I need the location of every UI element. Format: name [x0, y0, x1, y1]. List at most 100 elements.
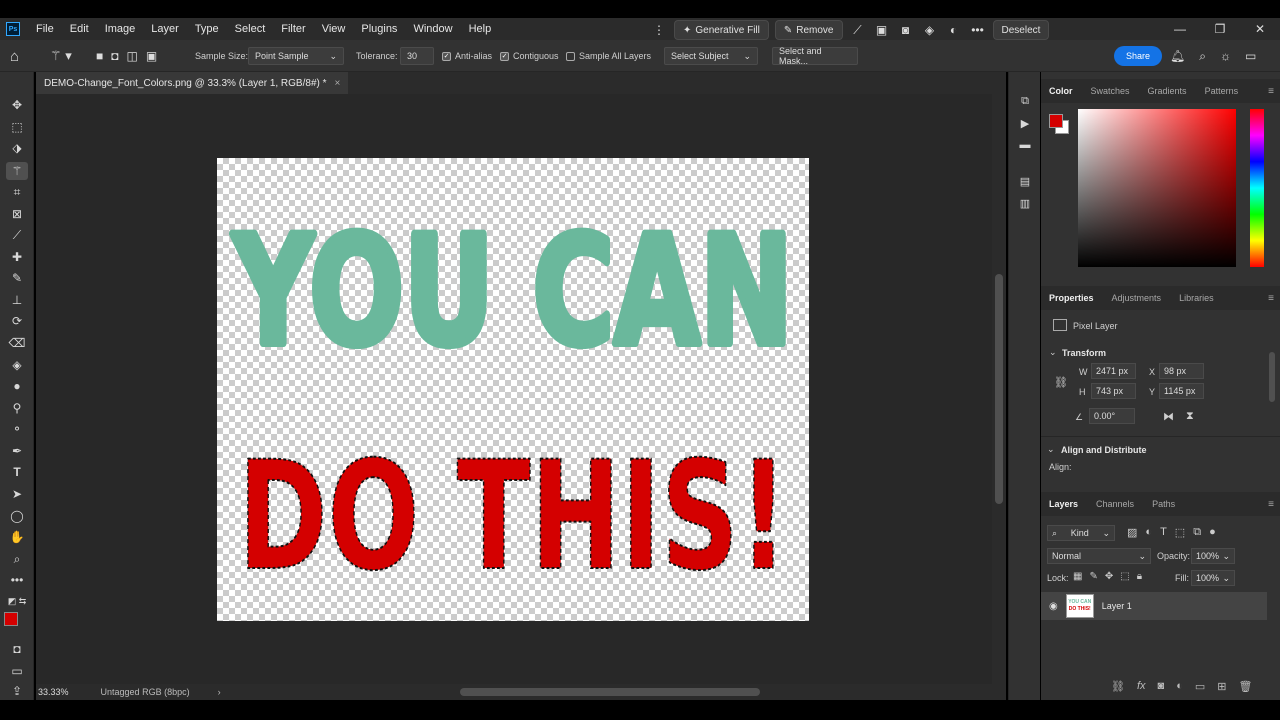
filter-type-icon[interactable]: T — [1160, 526, 1167, 539]
layer-name[interactable]: Layer 1 — [1102, 601, 1132, 611]
ellipse-tool-icon[interactable]: ◯ — [6, 507, 28, 525]
select-and-mask-button[interactable]: Select and Mask... — [772, 40, 858, 72]
color-picker-field[interactable] — [1078, 109, 1236, 267]
magic-wand-tool-icon[interactable]: ⚚ ▾ — [50, 40, 72, 72]
drag-handle-icon[interactable]: ⋮ — [650, 21, 668, 39]
panel-menu-icon[interactable]: ≡ — [1268, 499, 1274, 510]
horizontal-scroll-thumb[interactable] — [460, 688, 760, 696]
dodge-tool-icon[interactable]: ⚲ — [6, 399, 28, 417]
delete-layer-icon[interactable]: 🗑︎ — [1238, 680, 1252, 693]
link-icon[interactable]: ⛓ — [1054, 376, 1068, 389]
more-tools-icon[interactable]: ••• — [6, 571, 28, 589]
notes-panel-icon[interactable]: ▥ — [1016, 194, 1034, 212]
y-field[interactable]: 1145 px — [1159, 383, 1204, 399]
eraser-tool-icon[interactable]: ⌫ — [6, 334, 28, 352]
close-tab-icon[interactable]: × — [335, 78, 341, 89]
search-icon[interactable]: ⌕ — [1199, 49, 1206, 64]
generative-fill-button[interactable]: ✦ Generative Fill — [674, 20, 769, 40]
flip-horizontal-icon[interactable]: ⧓ — [1163, 410, 1174, 423]
menu-layer[interactable]: Layer — [143, 18, 187, 40]
default-colors-icon[interactable]: ◩ ⇆ — [6, 592, 28, 610]
remove-button[interactable]: ✎ Remove — [774, 20, 843, 40]
invert-selection-icon[interactable]: ▣ — [873, 21, 891, 39]
eye-icon[interactable]: ◉ — [1049, 601, 1058, 612]
clone-stamp-tool-icon[interactable]: ⊥ — [6, 291, 28, 309]
zoom-level[interactable]: 33.33% — [38, 687, 69, 697]
adjustment-icon[interactable]: ◐ — [945, 21, 963, 39]
vertical-scroll-thumb[interactable] — [995, 274, 1003, 504]
comments-panel-icon[interactable]: ▬ — [1016, 136, 1034, 154]
menu-type[interactable]: Type — [187, 18, 227, 40]
vertical-scrollbar[interactable] — [992, 94, 1006, 684]
magic-wand-tool-icon[interactable]: ⚚ — [6, 162, 28, 180]
lock-position-icon[interactable]: ✥ — [1105, 571, 1113, 582]
flip-vertical-icon[interactable]: ⧗ — [1186, 410, 1194, 423]
quick-mask-icon[interactable]: ◘ — [6, 640, 28, 658]
smudge-tool-icon[interactable]: ⚬ — [6, 420, 28, 438]
filter-adjustment-icon[interactable]: ◐ — [1145, 526, 1152, 539]
more-options-icon[interactable]: ••• — [969, 21, 987, 39]
tab-color[interactable]: Color — [1041, 79, 1081, 103]
discover-icon[interactable]: ☼ — [1220, 49, 1231, 63]
healing-brush-tool-icon[interactable]: ✚ — [6, 248, 28, 266]
tab-channels[interactable]: Channels — [1088, 492, 1142, 516]
menu-filter[interactable]: Filter — [273, 18, 313, 40]
brush-tool-icon[interactable]: ✎ — [6, 269, 28, 287]
sample-size-dropdown[interactable]: Point Sample ⌄ — [248, 40, 344, 72]
share-for-review-icon[interactable]: ⇪ — [6, 682, 28, 700]
panel-menu-icon[interactable]: ≡ — [1268, 293, 1274, 304]
menu-window[interactable]: Window — [405, 18, 460, 40]
new-selection-icon[interactable]: ■ — [96, 49, 103, 63]
hand-tool-icon[interactable]: ✋ — [6, 528, 28, 546]
tolerance-input[interactable]: 30 — [400, 40, 434, 72]
zoom-tool-icon[interactable]: ⌕ — [6, 550, 28, 568]
chevron-down-icon[interactable]: ⌄ — [1049, 347, 1057, 358]
link-layers-icon[interactable]: ⛓ — [1111, 680, 1125, 693]
close-window-icon[interactable]: ✕ — [1240, 18, 1280, 40]
eyedropper-tool-icon[interactable]: ⟋ — [6, 226, 28, 244]
properties-panel-icon[interactable]: ▤ — [1016, 172, 1034, 190]
width-field[interactable]: 2471 px — [1091, 363, 1136, 379]
paint-bucket-tool-icon[interactable]: ◈ — [6, 356, 28, 374]
tab-paths[interactable]: Paths — [1144, 492, 1183, 516]
workspace-icon[interactable]: ▭ — [1245, 49, 1256, 63]
pen-tool-icon[interactable]: ✒ — [6, 442, 28, 460]
tab-libraries[interactable]: Libraries — [1171, 286, 1222, 310]
anti-alias-checkbox[interactable]: ✓ Anti-alias — [442, 40, 492, 72]
menu-select[interactable]: Select — [227, 18, 274, 40]
tab-properties[interactable]: Properties — [1041, 286, 1102, 310]
menu-view[interactable]: View — [314, 18, 354, 40]
layer-kind-filter[interactable]: ⌕ Kind ⌄ — [1047, 525, 1115, 541]
contiguous-checkbox[interactable]: ✓ Contiguous — [500, 40, 559, 72]
sample-all-layers-checkbox[interactable]: Sample All Layers — [566, 40, 651, 72]
history-brush-tool-icon[interactable]: ⟳ — [6, 312, 28, 330]
lock-artboard-icon[interactable]: ⬚ — [1120, 571, 1129, 582]
maximize-icon[interactable]: ❐ — [1200, 18, 1240, 40]
move-tool-icon[interactable]: ✥ — [6, 96, 28, 114]
marquee-tool-icon[interactable]: ⬚ — [6, 118, 28, 136]
history-panel-icon[interactable]: ⧉ — [1016, 92, 1034, 110]
path-selection-tool-icon[interactable]: ➤ — [6, 485, 28, 503]
tab-swatches[interactable]: Swatches — [1083, 79, 1138, 103]
filter-toggle-icon[interactable]: ● — [1209, 526, 1216, 539]
foreground-color-swatch[interactable] — [4, 612, 18, 626]
add-selection-icon[interactable]: ◘ — [111, 49, 118, 63]
opacity-field[interactable]: 100% ⌄ — [1191, 548, 1235, 564]
mask-icon[interactable]: ◙ — [897, 21, 915, 39]
x-field[interactable]: 98 px — [1159, 363, 1204, 379]
screen-mode-icon[interactable]: ▭ — [6, 662, 28, 680]
tab-layers[interactable]: Layers — [1041, 492, 1086, 516]
lock-transparency-icon[interactable]: ▦ — [1073, 571, 1082, 582]
menu-plugins[interactable]: Plugins — [353, 18, 405, 40]
object-selection-tool-icon[interactable]: ⬗ — [6, 139, 28, 157]
fill-field[interactable]: 100% ⌄ — [1191, 570, 1235, 586]
menu-edit[interactable]: Edit — [62, 18, 97, 40]
chevron-down-icon[interactable]: ⌄ — [1047, 444, 1055, 455]
height-field[interactable]: 743 px — [1091, 383, 1136, 399]
modify-selection-icon[interactable]: ⟋ — [849, 21, 867, 39]
color-foreground-swatch[interactable] — [1049, 114, 1063, 128]
lock-pixels-icon[interactable]: ✎ — [1089, 571, 1097, 582]
add-mask-icon[interactable]: ◙ — [1158, 680, 1165, 693]
filter-pixel-icon[interactable]: ▨ — [1127, 526, 1137, 539]
notifications-icon[interactable]: 🔔︎ — [1170, 49, 1185, 63]
